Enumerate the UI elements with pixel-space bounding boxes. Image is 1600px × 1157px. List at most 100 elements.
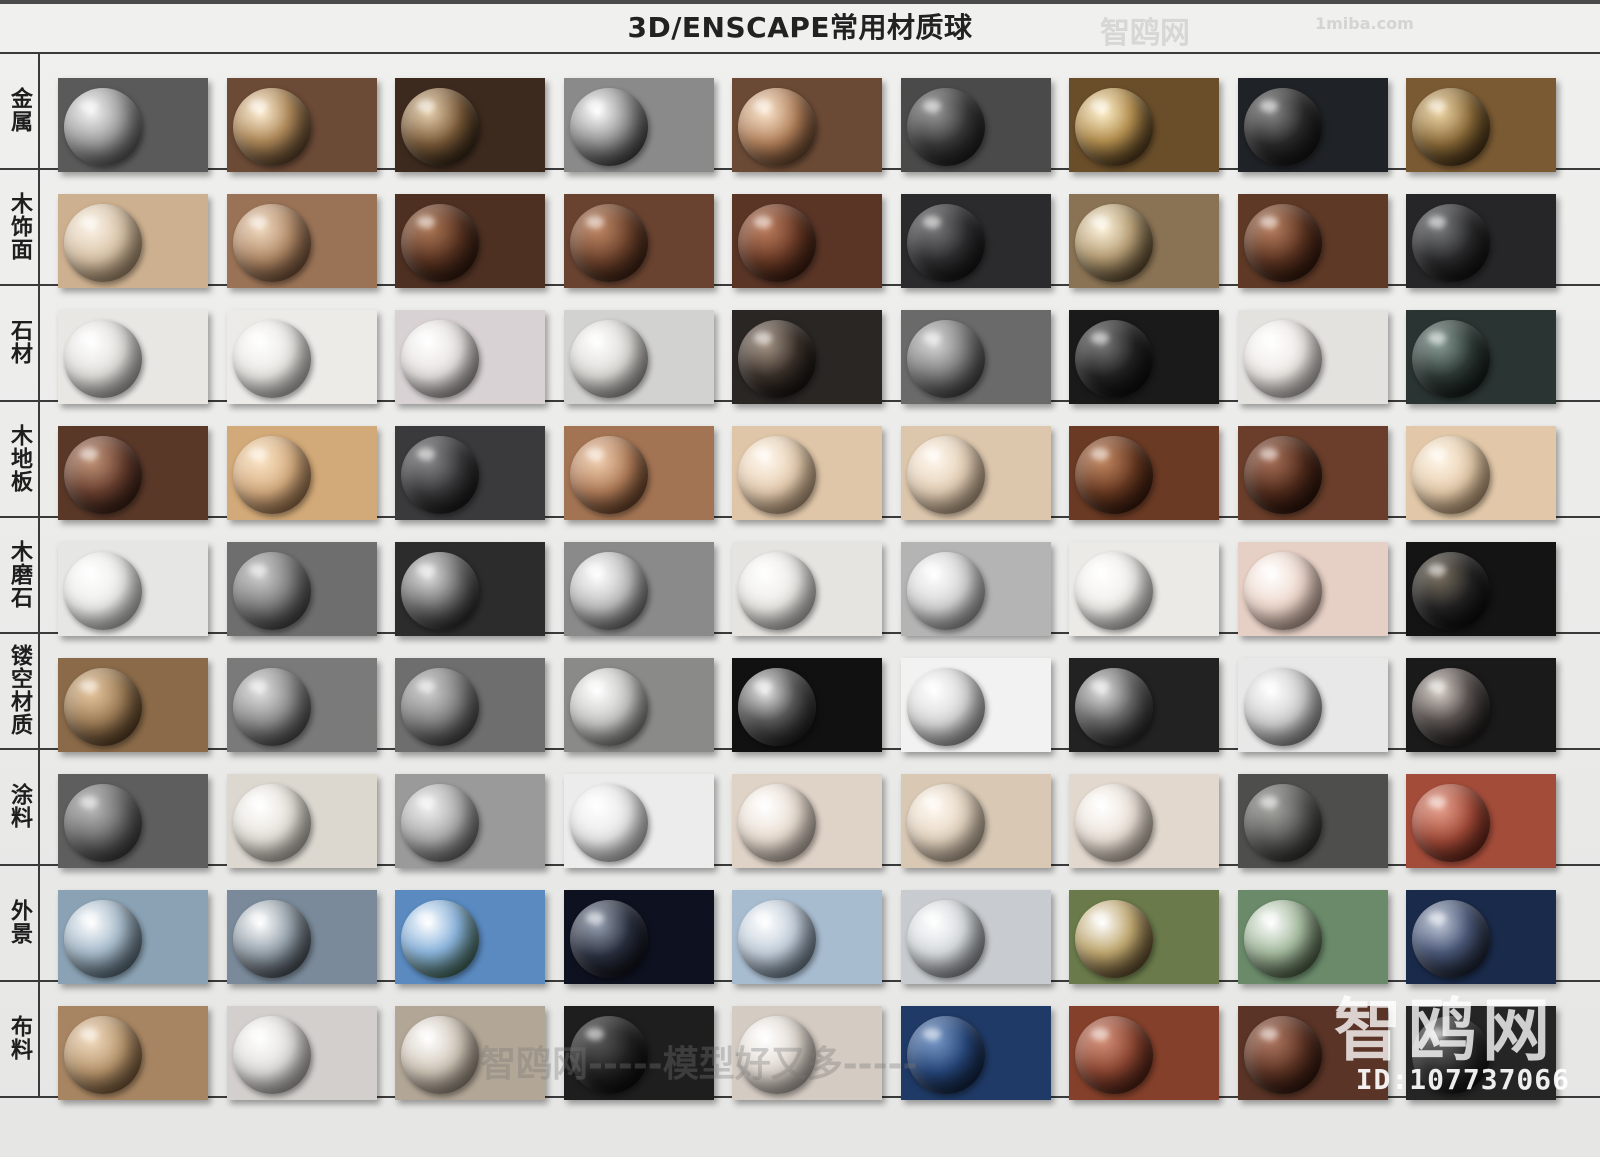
material-tile[interactable]: [900, 426, 1051, 520]
material-tile[interactable]: [58, 890, 208, 984]
material-tile[interactable]: [563, 774, 714, 868]
material-tile[interactable]: [58, 658, 208, 752]
material-sphere: [1075, 900, 1153, 978]
material-tile[interactable]: [900, 1006, 1051, 1100]
material-tile[interactable]: [1406, 426, 1556, 520]
material-tile[interactable]: [563, 1006, 714, 1100]
material-sphere: [569, 784, 648, 862]
material-tile[interactable]: [732, 426, 882, 520]
material-row-paint: 涂料: [0, 748, 1600, 868]
material-tile[interactable]: [395, 426, 545, 520]
material-tile[interactable]: [732, 658, 882, 752]
material-tile[interactable]: [226, 194, 377, 288]
material-tile[interactable]: [1237, 774, 1388, 868]
material-tile[interactable]: [58, 194, 208, 288]
material-tile[interactable]: [563, 78, 714, 172]
material-sphere: [64, 88, 142, 166]
material-tile[interactable]: [900, 658, 1051, 752]
material-tile[interactable]: [1069, 426, 1219, 520]
material-tile[interactable]: [395, 310, 545, 404]
material-tile[interactable]: [1237, 542, 1388, 636]
material-tile[interactable]: [732, 542, 882, 636]
material-tile[interactable]: [1069, 658, 1219, 752]
material-tile[interactable]: [732, 1006, 882, 1100]
material-tile[interactable]: [1237, 194, 1388, 288]
material-tile[interactable]: [1406, 310, 1556, 404]
material-row-metal: 金属: [0, 52, 1600, 172]
material-tile[interactable]: [1237, 310, 1388, 404]
material-tile[interactable]: [226, 774, 377, 868]
material-tile[interactable]: [1406, 542, 1556, 636]
material-tile[interactable]: [732, 890, 882, 984]
material-tile[interactable]: [563, 890, 714, 984]
material-tile[interactable]: [1069, 774, 1219, 868]
material-sphere: [1243, 320, 1322, 398]
material-tile[interactable]: [900, 310, 1051, 404]
material-tile[interactable]: [395, 774, 545, 868]
material-tile[interactable]: [58, 426, 208, 520]
material-row-stone: 石材: [0, 284, 1600, 404]
material-tile[interactable]: [563, 194, 714, 288]
material-tile[interactable]: [900, 890, 1051, 984]
material-sphere: [401, 88, 479, 166]
material-tile[interactable]: [58, 1006, 208, 1100]
material-tile[interactable]: [1406, 658, 1556, 752]
material-sphere: [232, 436, 311, 514]
material-tile[interactable]: [732, 78, 882, 172]
material-sphere: [738, 204, 816, 282]
material-sphere: [232, 900, 311, 978]
row-label-fabric: 布料: [0, 980, 40, 1096]
material-tile[interactable]: [1237, 890, 1388, 984]
material-tile[interactable]: [1069, 78, 1219, 172]
material-tile[interactable]: [900, 78, 1051, 172]
material-tile[interactable]: [1406, 774, 1556, 868]
material-tile[interactable]: [563, 542, 714, 636]
material-tile[interactable]: [226, 426, 377, 520]
material-tile[interactable]: [395, 542, 545, 636]
material-tile[interactable]: [1237, 658, 1388, 752]
material-tile[interactable]: [563, 310, 714, 404]
material-tile[interactable]: [732, 310, 882, 404]
material-tile[interactable]: [395, 194, 545, 288]
material-tile[interactable]: [1069, 310, 1219, 404]
material-tile[interactable]: [563, 426, 714, 520]
material-tile[interactable]: [226, 78, 377, 172]
material-sphere: [232, 1016, 311, 1094]
material-tile[interactable]: [1406, 890, 1556, 984]
material-tile[interactable]: [58, 310, 208, 404]
material-tile[interactable]: [1237, 78, 1388, 172]
material-tile[interactable]: [395, 658, 545, 752]
material-sphere: [1243, 668, 1322, 746]
material-tile[interactable]: [900, 542, 1051, 636]
material-tile[interactable]: [395, 78, 545, 172]
material-tile[interactable]: [1069, 1006, 1219, 1100]
material-tile[interactable]: [226, 1006, 377, 1100]
material-sphere: [738, 552, 816, 630]
material-tile[interactable]: [1069, 890, 1219, 984]
material-tile[interactable]: [1069, 194, 1219, 288]
material-tile[interactable]: [58, 78, 208, 172]
material-tile[interactable]: [226, 310, 377, 404]
material-tile[interactable]: [226, 542, 377, 636]
material-tile[interactable]: [58, 774, 208, 868]
material-sphere: [1075, 88, 1153, 166]
material-tile[interactable]: [1406, 1006, 1556, 1100]
material-tile[interactable]: [58, 542, 208, 636]
material-tile[interactable]: [395, 890, 545, 984]
material-row-fabric: 布料: [0, 980, 1600, 1100]
material-tile[interactable]: [1237, 426, 1388, 520]
material-tile[interactable]: [395, 1006, 545, 1100]
material-tile[interactable]: [1406, 78, 1556, 172]
material-tile[interactable]: [1069, 542, 1219, 636]
material-tile[interactable]: [900, 194, 1051, 288]
material-sphere: [401, 1016, 479, 1094]
material-tile[interactable]: [1406, 194, 1556, 288]
material-tile[interactable]: [226, 890, 377, 984]
material-tile[interactable]: [900, 774, 1051, 868]
material-sphere: [232, 204, 311, 282]
material-tile[interactable]: [1237, 1006, 1388, 1100]
material-tile[interactable]: [732, 194, 882, 288]
material-tile[interactable]: [732, 774, 882, 868]
material-tile[interactable]: [226, 658, 377, 752]
material-tile[interactable]: [563, 658, 714, 752]
